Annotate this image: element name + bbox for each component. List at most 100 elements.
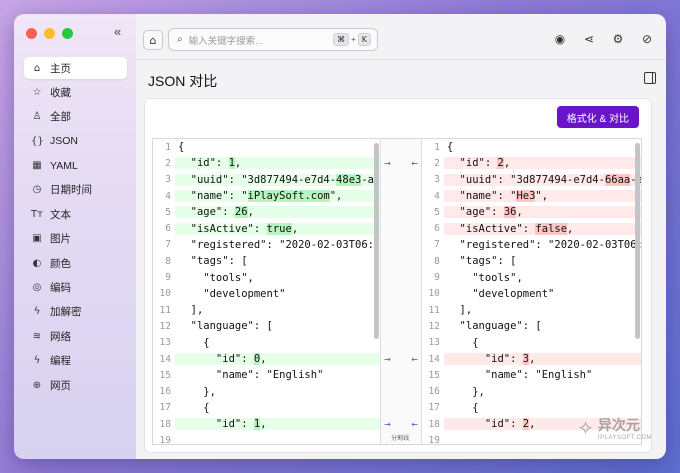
wechat-icon[interactable]: ◉ — [553, 32, 567, 46]
code-line: 3 "uuid": "3d877494-e7d4-66aa-a — [422, 172, 641, 188]
gear-icon[interactable]: ⚙ — [611, 32, 625, 46]
app-window: « ⌂ 主页 ☆ 收藏 ♙ 全部 {} JSON ▦ YAML ◷ 日期时间 Tт 文本 ▣ 图片 ◐ 颜色 ◎ 编码… — [14, 14, 666, 459]
sidebar-item[interactable]: ϟ 编程 — [24, 350, 127, 372]
sidebar-nav: ⌂ 主页 ☆ 收藏 ♙ 全部{} JSON ▦ YAML ◷ 日期时间 Tт 文本 ▣ 图片 ◐ 颜色 ◎ 编码 ϟ 加… — [24, 57, 127, 398]
search-input[interactable]: ⌕ 输入关键字搜索... ⌘ + K — [168, 28, 378, 51]
code-text: "language": [ — [178, 320, 273, 333]
crypto-icon: ϟ — [33, 306, 41, 318]
code-line: 5 "age": 36, — [422, 204, 641, 220]
code-text: ], — [446, 304, 473, 317]
code-line: 17 { — [422, 400, 641, 416]
code-line: 19 — [153, 432, 380, 444]
home-icon: ⌂ — [149, 33, 157, 47]
line-number: 18 — [159, 418, 171, 430]
code-prefix: "id": — [178, 353, 254, 365]
code-prefix: "uuid": "3d877494-e7d4- — [178, 173, 337, 186]
code-line: 12 "language": [ — [153, 318, 380, 334]
copy-left-arrow-icon[interactable]: ← — [411, 355, 418, 364]
code-text: "name": "He3", — [443, 190, 641, 203]
code-text: "tools", — [446, 271, 523, 284]
code-text: "uuid": "3d877494-e7d4-66aa-a — [443, 173, 641, 186]
sidebar-item[interactable]: ◎ 编码 — [24, 277, 127, 299]
sidebar-item[interactable]: ◐ 颜色 — [24, 252, 127, 274]
copy-right-arrow-icon[interactable]: → — [384, 355, 391, 364]
line-number: 1 — [434, 141, 440, 153]
watermark: ✧ 异次元 IPLAYSOFT.COM — [577, 415, 652, 441]
line-number: 2 — [165, 157, 171, 169]
minimize-window-button[interactable] — [44, 28, 55, 39]
code-line: 18 "id": 1, — [153, 416, 381, 432]
code-text: "development" — [446, 287, 555, 300]
line-number: 14 — [159, 353, 171, 365]
sidebar-item[interactable]: ⊕ 网页 — [24, 374, 127, 396]
sidebar-item[interactable]: Tт 文本 — [24, 203, 127, 225]
collapse-sidebar-icon[interactable]: « — [114, 24, 121, 39]
sidebar-item[interactable]: ▣ 图片 — [24, 228, 127, 250]
code-line: 16 }, — [422, 383, 641, 399]
right-scrollbar[interactable] — [635, 143, 640, 339]
line-number: 2 — [434, 157, 440, 169]
code-text: "age": 36, — [443, 206, 641, 219]
line-number: 14 — [428, 353, 440, 365]
code-text: "id": 2, — [443, 157, 641, 170]
sidebar-item[interactable]: ◷ 日期时间 — [24, 179, 127, 201]
image-icon: ▣ — [32, 233, 42, 245]
code-line: 15 "name": "English" — [422, 367, 641, 383]
code-prefix: "name": " — [446, 190, 517, 203]
sidebar-item[interactable]: ≋ 网络 — [24, 325, 127, 347]
sidebar-item[interactable]: ▦ YAML — [24, 155, 127, 177]
code-prefix: "id": — [446, 157, 498, 170]
code-text: { — [446, 401, 479, 414]
code-text: "development" — [178, 287, 286, 300]
sidebar-item[interactable]: ⌂ 主页 — [24, 57, 127, 79]
split-view-icon[interactable] — [644, 72, 656, 84]
close-window-button[interactable] — [26, 28, 37, 39]
copy-left-arrow-icon[interactable]: ← — [411, 159, 418, 168]
sidebar-item[interactable]: ϟ 加解密 — [24, 301, 127, 323]
maximize-window-button[interactable] — [62, 28, 73, 39]
code-suffix: , — [529, 353, 536, 365]
plugin-icon[interactable]: ⊘ — [640, 32, 654, 46]
toolbar-actions: ◉ ⋖ ⚙ ⊘ — [553, 32, 654, 46]
code-text: "name": "iPlaySoft.com", — [175, 190, 381, 203]
code-text: "registered": "2020-02-03T06: — [178, 238, 374, 251]
sidebar-item-label: 文本 — [50, 208, 71, 221]
changed-value: true — [266, 222, 292, 235]
right-editor[interactable]: 1 {2 "id": 2, 3 "uuid": "3d877494-e7d4-66a… — [422, 139, 641, 444]
code-text: "age": 26, — [175, 206, 381, 219]
clock-icon: ◷ — [32, 184, 42, 196]
code-text: "isActive": false, — [443, 222, 641, 235]
share-icon[interactable]: ⋖ — [582, 32, 596, 46]
code-text: }, — [446, 385, 485, 398]
changed-value: He3 — [516, 190, 536, 203]
k-key: K — [357, 33, 371, 46]
code-suffix: , — [260, 353, 267, 365]
code-suffix: , — [291, 222, 299, 235]
sidebar-item-label: YAML — [50, 159, 78, 172]
code-suffix: , — [234, 157, 242, 170]
code-text: "id": 3, — [443, 353, 641, 365]
sidebar-item[interactable]: ☆ 收藏 — [24, 81, 127, 103]
sidebar-item[interactable]: ♙ 全部 — [24, 106, 127, 128]
code-line: 9 "tools", — [422, 269, 641, 285]
copy-right-arrow-icon[interactable]: → — [384, 420, 391, 429]
globe-icon: ⊕ — [32, 379, 42, 391]
line-number: 13 — [159, 337, 171, 349]
format-compare-button[interactable]: 格式化 & 对比 — [556, 106, 639, 128]
copy-right-arrow-icon[interactable]: → — [384, 159, 391, 168]
home-button[interactable]: ⌂ — [143, 30, 163, 50]
left-editor[interactable]: 1{2 "id": 1, 3 "uuid": "3d877494-e7d4-48e… — [153, 139, 381, 444]
line-number: 8 — [434, 255, 440, 267]
text-icon: Tт — [31, 208, 43, 220]
code-line: 4 "name": "iPlaySoft.com", — [153, 188, 381, 204]
code-prefix: "age": — [178, 206, 235, 219]
sidebar-item[interactable]: {} JSON — [24, 130, 127, 152]
code-prefix: "uuid": "3d877494-e7d4- — [446, 173, 605, 186]
code-text: "name": "English" — [446, 369, 593, 382]
gutter-label: 分割线 — [391, 436, 410, 442]
code-line: 14 "id": 3, — [422, 351, 641, 367]
left-scrollbar[interactable] — [374, 143, 380, 339]
sidebar-item-label: 编程 — [50, 355, 71, 368]
code-suffix: , — [247, 206, 254, 219]
copy-left-arrow-icon[interactable]: ← — [411, 420, 418, 429]
